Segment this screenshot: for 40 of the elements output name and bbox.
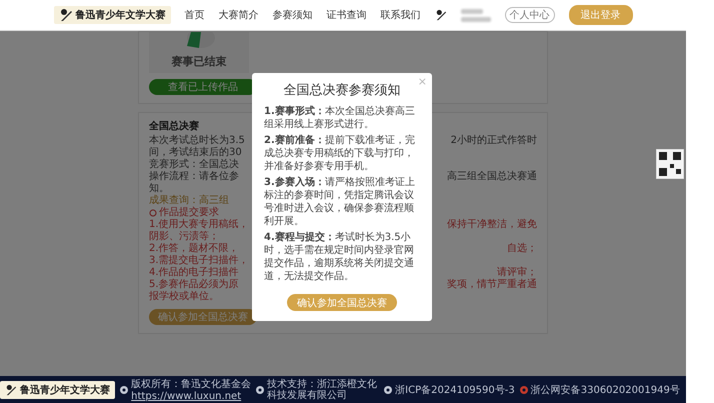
footer-logo: 鲁迅青少年文学大赛 xyxy=(0,380,116,398)
copyright-text: 版权所有：鲁迅文化基金会 xyxy=(131,378,252,391)
rule-text: 3.需提交电子扫描件， xyxy=(149,255,249,266)
police-record-text: 浙公网安备33060202001949号 xyxy=(530,384,680,396)
notice-paragraph: 4.赛程与提交：考试时长为3.5小时，选手需在规定时间内登录官网提交作品，逾期系统将关闭提交通道，无法提交作品。 xyxy=(264,231,415,283)
rule-text: 2.作答，题材不限， xyxy=(149,243,239,254)
rule-text: 1.使用大赛专用稿纸， xyxy=(149,219,249,230)
support-text: 技术支持：浙江添橙文化科技发展有限公司 xyxy=(267,378,378,400)
rule-text: 成果查询：高三组 xyxy=(149,195,229,206)
status-text: 赛事已结束 xyxy=(172,54,226,69)
rule-text: 知。 xyxy=(149,183,169,194)
rule-text: 2小时的正式作答时 xyxy=(450,135,537,147)
rule-text: 阴影、污渍等； xyxy=(149,231,219,242)
section-heading: 作品提交要求 xyxy=(149,207,219,219)
dialog-title: 全国总决赛参赛须知 xyxy=(284,82,400,99)
rule-text: 4.作品的电子扫描件 xyxy=(149,267,239,278)
profile-link[interactable]: 个人中心 xyxy=(504,7,554,23)
nav-link[interactable]: 参赛须知 xyxy=(272,8,312,22)
website-link[interactable]: https://www.luxun.net xyxy=(131,391,252,402)
rule-text: 奖项，情节严重者通 xyxy=(447,279,537,291)
rule-text: 自选； xyxy=(507,243,537,255)
rule-text: 报学校或单位。 xyxy=(149,291,219,303)
rule-text: 竞赛形式：全国总决 xyxy=(149,159,239,170)
section-title: 全国总决赛 xyxy=(149,119,199,133)
nav-link[interactable]: 首页 xyxy=(184,8,204,22)
rule-text: 间，考试结束后的30 xyxy=(149,147,242,158)
rule-text: 请评审； xyxy=(497,267,537,278)
nav-link[interactable]: 联系我们 xyxy=(380,8,420,22)
rule-text: 本次考试总时长为3.5 xyxy=(149,135,245,146)
rule-text: 高三组全国总决赛通 xyxy=(447,171,537,183)
logo[interactable]: 鲁迅青少年文学大赛 xyxy=(54,6,170,24)
nav-link[interactable]: 大赛简介 xyxy=(218,8,258,22)
notice-paragraph: 1.赛事形式：本次全国总决赛高三组采用线上赛形式进行。 xyxy=(264,105,416,131)
rule-text: 5.参赛作品必须为原 xyxy=(149,279,239,290)
rule-text: 操作流程：请各位参 xyxy=(149,171,239,183)
rule-text: 保持干净整洁，避免 xyxy=(447,219,537,231)
notice-paragraph: 3.参赛入场：请严格按照准考证上标注的参赛时间，凭指定腾讯会议号准时进入会议，确保参赛流程顺利开展。 xyxy=(264,176,416,228)
notice-paragraph: 2.赛前准备：提前下载准考证，完成总决赛专用稿纸的下载与打印，并准备好参赛专用手机。 xyxy=(264,134,416,173)
icp-text: 浙ICP备2024109590号-3 xyxy=(395,384,515,396)
nav-link[interactable]: 证书查询 xyxy=(326,8,366,22)
